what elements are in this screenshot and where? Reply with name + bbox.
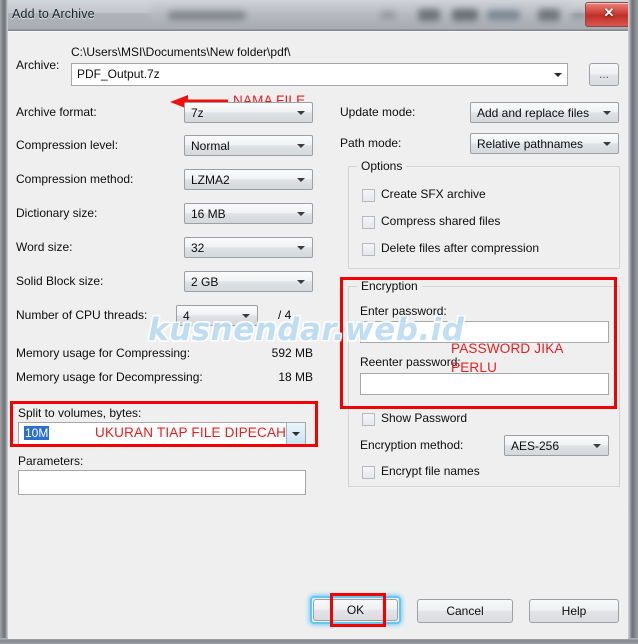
titlebar-blur-artifact (168, 11, 246, 20)
password-annotation-line1: PASSWORD JIKA (451, 341, 564, 356)
split-volumes-value: 10M (24, 426, 50, 440)
window-border-right (628, 0, 638, 644)
checkbox-delete-files-after-compression[interactable] (362, 243, 375, 256)
update-mode-combo[interactable]: Add and replace files (470, 102, 619, 123)
encryption-method-combo[interactable]: AES-256 (504, 435, 609, 456)
browse-ellipsis-icon: ... (598, 67, 609, 81)
compression-level-label: Compression level: (16, 138, 119, 152)
path-mode-label: Path mode: (340, 136, 402, 150)
titlebar-blur-artifact (452, 9, 478, 21)
ok-button[interactable]: OK (313, 599, 398, 621)
cpu-threads-value: 4 (183, 309, 190, 323)
chevron-down-icon (297, 111, 305, 115)
solid-block-size-value: 2 GB (191, 275, 219, 289)
archive-format-value: 7z (191, 106, 204, 120)
encryption-method-label: Encryption method: (360, 438, 464, 452)
chevron-down-icon (297, 144, 305, 148)
update-mode-label: Update mode: (340, 105, 416, 119)
archive-format-combo[interactable]: 7z (184, 102, 313, 123)
compression-method-value: LZMA2 (191, 173, 230, 187)
close-icon: ✕ (603, 5, 615, 20)
word-size-label: Word size: (16, 240, 73, 254)
title-bar: Add to Archive ✕ (0, 0, 638, 31)
chevron-down-icon (593, 444, 601, 448)
solid-block-size-combo[interactable]: 2 GB (184, 271, 313, 292)
cancel-button[interactable]: Cancel (417, 599, 513, 623)
chevron-down-icon (297, 178, 305, 182)
dictionary-size-label: Dictionary size: (16, 206, 98, 220)
chevron-down-icon (242, 314, 250, 318)
browse-button[interactable]: ... (589, 63, 619, 86)
compression-level-combo[interactable]: Normal (184, 135, 313, 156)
memory-decompress-label: Memory usage for Decompressing: (16, 370, 203, 384)
checkbox-encrypt-file-names[interactable] (362, 466, 375, 479)
archive-path-text: C:\Users\MSI\Documents\New folder\pdf\ (71, 45, 291, 59)
enter-password-label: Enter password: (360, 304, 447, 318)
window-title: Add to Archive (12, 7, 95, 21)
solid-block-size-label: Solid Block size: (16, 274, 104, 288)
archive-label: Archive: (16, 58, 60, 72)
parameters-label: Parameters: (18, 454, 84, 468)
chevron-down-icon (603, 111, 611, 115)
dictionary-size-combo[interactable]: 16 MB (184, 203, 313, 224)
label-delete-files-after-compression: Delete files after compression (381, 241, 540, 255)
update-mode-value: Add and replace files (477, 106, 590, 120)
compression-method-label: Compression method: (16, 172, 134, 186)
checkbox-compress-shared-files[interactable] (362, 216, 375, 229)
dialog-client-area: Archive: C:\Users\MSI\Documents\New fold… (8, 31, 628, 639)
dictionary-size-value: 16 MB (191, 207, 226, 221)
split-volumes-annotation: UKURAN TIAP FILE DIPECAH (95, 425, 287, 440)
cancel-button-label: Cancel (446, 604, 484, 618)
label-encrypt-file-names: Encrypt file names (381, 464, 480, 478)
split-volumes-label: Split to volumes, bytes: (18, 406, 142, 420)
help-button-label: Help (561, 604, 587, 618)
label-show-password: Show Password (381, 411, 468, 425)
chevron-down-icon (297, 212, 305, 216)
split-volumes-dropdown-button[interactable] (286, 423, 305, 444)
archive-name-dropdown-button[interactable] (549, 64, 567, 85)
path-mode-value: Relative pathnames (477, 137, 584, 151)
memory-compress-label: Memory usage for Compressing: (16, 346, 191, 360)
reenter-password-input[interactable] (360, 373, 609, 395)
label-compress-shared-files: Compress shared files (381, 214, 501, 228)
chevron-down-icon (297, 246, 305, 250)
label-create-sfx-archive: Create SFX archive (381, 187, 486, 201)
ok-button-label: OK (346, 603, 365, 617)
titlebar-blur-artifact (418, 9, 440, 21)
reenter-password-label: Reenter password: (360, 355, 461, 369)
titlebar-blur-artifact (572, 11, 586, 19)
enter-password-input[interactable] (360, 321, 609, 343)
chevron-down-icon (297, 280, 305, 284)
titlebar-blur-artifact (487, 10, 520, 20)
help-button[interactable]: Help (529, 599, 619, 623)
archive-name-value: PDF_Output.7z (77, 67, 160, 81)
path-mode-combo[interactable]: Relative pathnames (470, 133, 619, 154)
close-button[interactable]: ✕ (585, 2, 633, 27)
options-group-title: Options (357, 159, 407, 173)
memory-compress-value: 592 MB (271, 346, 313, 360)
window-border-left (0, 0, 8, 644)
compression-method-combo[interactable]: LZMA2 (184, 169, 313, 190)
add-to-archive-dialog: Add to Archive ✕ Archive: C:\Users\MSI\D… (0, 0, 638, 644)
compression-level-value: Normal (191, 139, 230, 153)
archive-name-combo[interactable]: PDF_Output.7z (71, 63, 568, 86)
chevron-down-icon (603, 142, 611, 146)
parameters-input[interactable] (18, 470, 306, 495)
checkbox-create-sfx-archive[interactable] (362, 189, 375, 202)
encryption-group-title: Encryption (357, 279, 422, 293)
word-size-value: 32 (191, 241, 205, 255)
memory-decompress-value: 18 MB (278, 370, 313, 384)
archive-format-label: Archive format: (16, 105, 97, 119)
cpu-threads-combo[interactable]: 4 (176, 305, 258, 326)
cpu-threads-total: / 4 (278, 308, 292, 322)
cpu-threads-label: Number of CPU threads: (16, 308, 148, 322)
checkbox-show-password[interactable] (362, 413, 375, 426)
encryption-method-value: AES-256 (511, 439, 560, 453)
titlebar-blur-artifact (380, 11, 396, 19)
word-size-combo[interactable]: 32 (184, 237, 313, 258)
titlebar-blur-artifact (538, 9, 560, 21)
password-annotation-line2: PERLU (451, 360, 498, 375)
